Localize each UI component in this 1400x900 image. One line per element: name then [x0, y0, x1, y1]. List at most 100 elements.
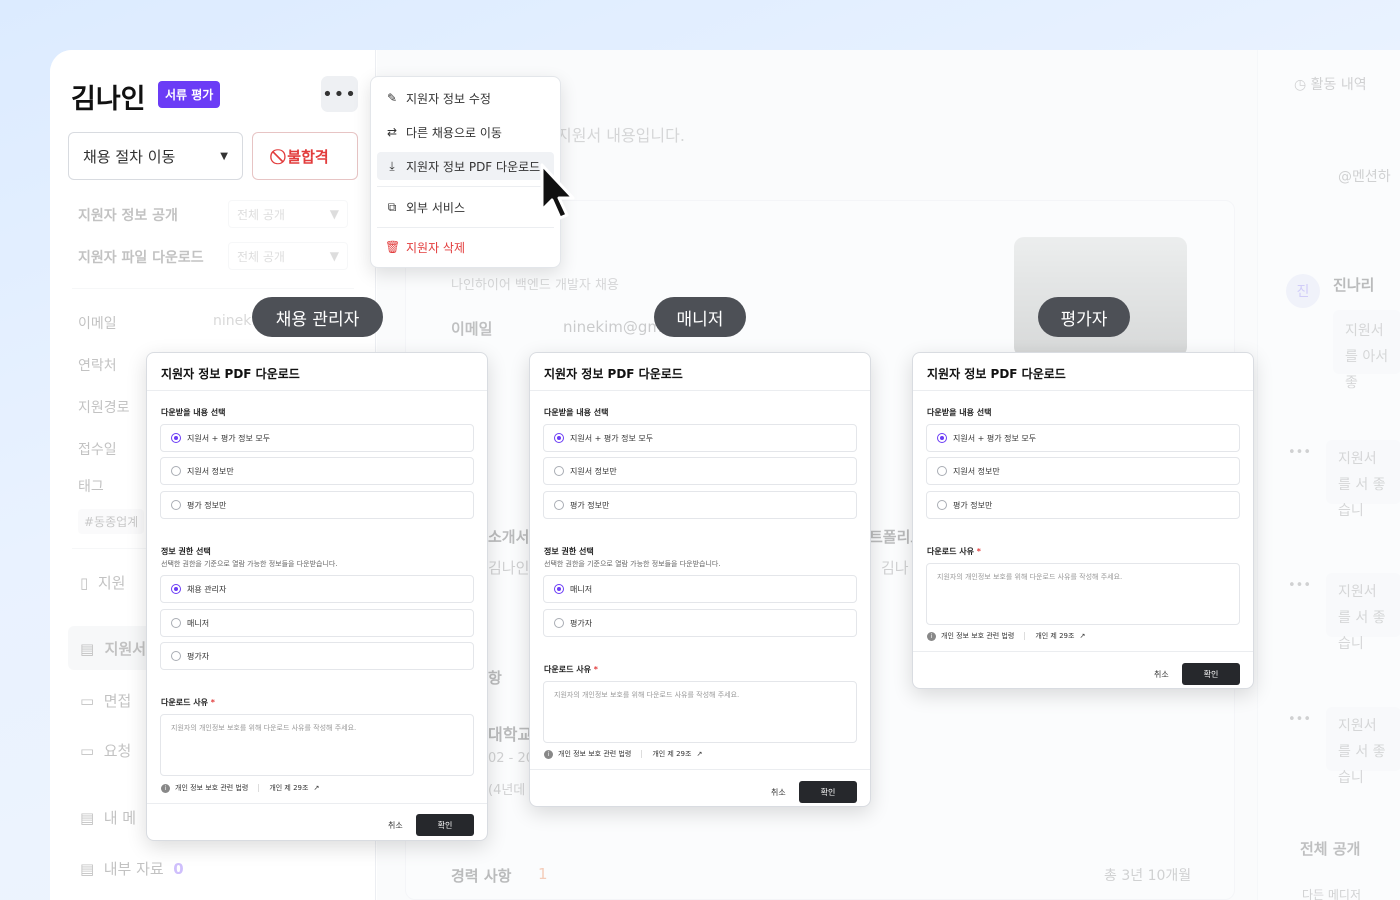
separator	[258, 784, 260, 792]
nav-item-apply[interactable]: ▯ 지원	[80, 572, 125, 593]
menu-item-edit[interactable]: ✎ 지원자 정보 수정	[377, 84, 554, 112]
radio-checked-icon	[937, 433, 947, 443]
move-stage-select[interactable]: 채용 절차 이동 ▼	[68, 132, 243, 180]
required-mark: *	[593, 665, 598, 674]
nav-label: 면접	[103, 692, 132, 710]
option-label: 평가자	[570, 618, 593, 628]
school-dates: 02 - 20	[488, 751, 535, 766]
menu-item-delete[interactable]: 🗑 지원자 삭제	[377, 233, 554, 261]
option-label: 지원서 + 평가 정보 모두	[570, 433, 654, 443]
trash-icon: 🗑	[385, 240, 401, 254]
cancel-button[interactable]: 취소	[1154, 669, 1169, 680]
nav-item-internal-docs[interactable]: ▤ 내부 자료 0	[80, 858, 184, 879]
reason-label: 다운로드 사유 *	[544, 664, 598, 675]
more-options-menu: ✎ 지원자 정보 수정 ⇄ 다른 채용으로 이동 ⤓ 지원자 정보 PDF 다운로드 …	[370, 76, 561, 268]
option-all[interactable]: 지원서 + 평가 정보 모두	[160, 424, 474, 452]
option-application-only[interactable]: 지원서 정보만	[926, 457, 1240, 485]
separator	[1024, 632, 1026, 640]
reason-textarea[interactable]: 지원자의 개인정보 보호를 위해 다운로드 사유를 작성해 주세요.	[160, 714, 474, 776]
option-label: 평가 정보만	[187, 500, 227, 510]
menu-item-external[interactable]: ⧉ 외부 서비스	[377, 193, 554, 221]
law-article-link[interactable]: 개인 제 29조	[652, 749, 691, 759]
school-note: (4년데	[488, 783, 526, 798]
option-application-only[interactable]: 지원서 정보만	[543, 457, 857, 485]
menu-divider	[377, 227, 554, 228]
menu-item-pdf-download[interactable]: ⤓ 지원자 정보 PDF 다운로드	[377, 152, 554, 180]
cancel-button[interactable]: 취소	[388, 820, 403, 831]
mention-input[interactable]: @멘션하	[1338, 166, 1391, 186]
option-evaluation-only[interactable]: 평가 정보만	[543, 491, 857, 519]
comment-bubble: 지원서를 아서 좋	[1333, 310, 1400, 391]
role-label-recruit-admin: 채용 관리자	[252, 297, 383, 337]
perm-evaluator[interactable]: 평가자	[160, 642, 474, 670]
dialog-title: 지원자 정보 PDF 다운로드	[927, 367, 1066, 381]
menu-item-move[interactable]: ⇄ 다른 채용으로 이동	[377, 118, 554, 146]
option-all[interactable]: 지원서 + 평가 정보 모두	[543, 424, 857, 452]
law-article-link[interactable]: 개인 제 29조	[269, 783, 308, 793]
reason-label: 다운로드 사유 *	[927, 546, 981, 557]
perm-manager[interactable]: 매니저	[543, 575, 857, 603]
law-article-link[interactable]: 개인 제 29조	[1035, 631, 1074, 641]
info-icon: i	[544, 749, 553, 759]
tag-chip[interactable]: #동종업계	[78, 509, 145, 534]
reject-button[interactable]: ⃠ 불합격	[252, 132, 358, 180]
divider	[147, 803, 487, 804]
external-link-icon[interactable]: ↗	[313, 784, 319, 792]
external-link-icon[interactable]: ↗	[696, 750, 702, 758]
confirm-button[interactable]: 확인	[416, 814, 474, 836]
confirm-button[interactable]: 확인	[799, 781, 857, 803]
cancel-button[interactable]: 취소	[771, 787, 786, 798]
nav-label: 요청	[103, 742, 132, 760]
option-all[interactable]: 지원서 + 평가 정보 모두	[926, 424, 1240, 452]
email-value: ninekim@gm	[563, 318, 663, 336]
nav-item-my-memo[interactable]: ▤ 내 메	[80, 807, 136, 828]
reason-textarea[interactable]: 지원자의 개인정보 보호를 위해 다운로드 사유를 작성해 주세요.	[543, 681, 857, 743]
swap-icon: ⇄	[386, 125, 398, 139]
option-application-only[interactable]: 지원서 정보만	[160, 457, 474, 485]
field-tag: 태그	[78, 479, 104, 495]
option-label: 평가 정보만	[570, 500, 610, 510]
option-label: 매니저	[187, 618, 210, 628]
option-label: 채용 관리자	[187, 584, 227, 594]
nav-label: 내부 자료	[103, 860, 164, 878]
menu-label: 다른 채용으로 이동	[406, 125, 502, 140]
radio-icon	[171, 618, 181, 628]
activity-tab[interactable]: ◷ 활동 내역	[1294, 74, 1367, 94]
pencil-icon: ✎	[386, 91, 398, 105]
file-download-select[interactable]: 전체 공개 ▼	[228, 242, 348, 270]
option-evaluation-only[interactable]: 평가 정보만	[926, 491, 1240, 519]
option-label: 지원서 정보만	[187, 466, 234, 476]
reviewer-name: 진나리	[1333, 276, 1375, 294]
perm-label: 정보 권한 선택	[544, 547, 594, 556]
law-label: 개인 정보 보호 관련 법령	[941, 632, 1015, 640]
visibility-select[interactable]: 전체 공개	[1300, 838, 1360, 859]
option-evaluation-only[interactable]: 평가 정보만	[160, 491, 474, 519]
dialog-title: 지원자 정보 PDF 다운로드	[161, 367, 300, 381]
reason-textarea[interactable]: 지원자의 개인정보 보호를 위해 다운로드 사유를 작성해 주세요.	[926, 563, 1240, 625]
perm-evaluator[interactable]: 평가자	[543, 609, 857, 637]
radio-checked-icon	[171, 584, 181, 594]
info-public-value: 전체 공개	[237, 207, 285, 222]
field-date: 접수일	[78, 442, 117, 458]
nav-item-interview[interactable]: ▭ 면접	[80, 690, 131, 711]
nav-item-request[interactable]: ▭ 요청	[80, 740, 131, 761]
info-public-select[interactable]: 전체 공개 ▼	[228, 200, 348, 228]
confirm-button[interactable]: 확인	[1182, 663, 1240, 685]
more-icon[interactable]: •••	[1288, 712, 1311, 727]
phone-icon: ▯	[80, 574, 89, 592]
nav-label: 지원서	[104, 640, 147, 658]
comment-bubble: 지원서를 서 좋습니	[1326, 573, 1400, 652]
perm-manager[interactable]: 매니저	[160, 609, 474, 637]
radio-icon	[937, 466, 947, 476]
perm-recruit-admin[interactable]: 채용 관리자	[160, 575, 474, 603]
more-icon[interactable]: •••	[1288, 578, 1311, 593]
role-label-manager: 매니저	[654, 297, 746, 337]
required-mark: *	[976, 547, 981, 556]
more-icon[interactable]: •••	[1288, 445, 1311, 460]
more-options-button[interactable]: •••	[321, 76, 358, 112]
history-icon: ◷	[1294, 77, 1307, 93]
dialog-title: 지원자 정보 PDF 다운로드	[544, 367, 683, 381]
law-links: i 개인 정보 보호 관련 법령 개인 제 29조 ↗	[161, 783, 319, 793]
comment-bubble: 지원서를 서 좋습니	[1326, 440, 1400, 519]
external-link-icon[interactable]: ↗	[1079, 632, 1085, 640]
